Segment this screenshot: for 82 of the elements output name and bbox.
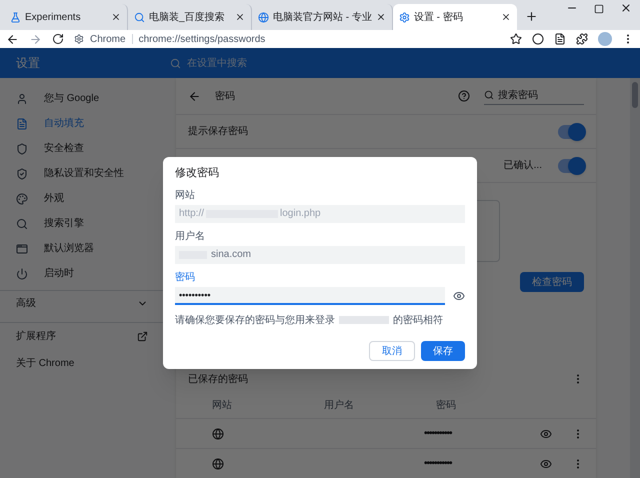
section-title: 已保存的密码	[188, 372, 248, 386]
reload-icon[interactable]	[52, 33, 64, 45]
close-icon[interactable]	[235, 12, 245, 22]
browser-tab[interactable]: 设置 - 密码	[392, 4, 517, 30]
field-value: login.php	[280, 207, 321, 221]
settings-icon	[398, 12, 410, 22]
field-label: 密码	[175, 270, 196, 284]
sidebar-item[interactable]: 启动时	[0, 261, 170, 286]
extension-circle-icon[interactable]	[532, 33, 544, 45]
setting-label: 提示保存密码	[188, 124, 248, 139]
external-link-icon	[137, 331, 148, 342]
note-text: 请确保您要保存的密码与您用来登录	[175, 314, 335, 328]
close-icon[interactable]	[111, 12, 121, 22]
tab-title: 设置 - 密码	[414, 10, 464, 24]
tab-title: 电脑装_百度搜索	[149, 10, 226, 24]
search-placeholder: 搜索密码	[498, 88, 538, 102]
search-icon	[16, 218, 28, 230]
field-value: sina.com	[211, 248, 252, 262]
search-field[interactable]: 在设置中搜索	[170, 52, 470, 74]
search-icon	[484, 90, 494, 100]
puzzle-icon[interactable]	[576, 33, 588, 45]
search-icon	[170, 58, 181, 68]
settings-title: 设置	[15, 55, 41, 72]
tab-title: 电脑装官方网站 - 专业	[273, 10, 372, 24]
close-icon[interactable]	[376, 12, 386, 22]
toggle-switch[interactable]	[558, 158, 584, 172]
address-url: chrome://settings/passwords	[138, 32, 266, 46]
setting-label: 已确认...	[504, 159, 542, 173]
check-passwords-button[interactable]: 检查密码	[520, 272, 584, 292]
sidebar-item[interactable]: 默认浏览器	[0, 236, 170, 261]
eye-icon[interactable]	[453, 290, 465, 302]
scrollbar[interactable]	[630, 78, 640, 478]
bookmark-star-icon[interactable]	[510, 33, 522, 45]
field-value: http://	[179, 207, 204, 221]
sidebar-item[interactable]: 安全检查	[0, 136, 170, 161]
shield-check-icon	[16, 168, 28, 180]
close-icon[interactable]	[500, 12, 511, 22]
settings-icon	[74, 34, 84, 44]
close-icon[interactable]	[620, 2, 632, 14]
tab-title: Experiments	[25, 10, 82, 24]
sidebar-item[interactable]: 搜索引擎	[0, 211, 170, 236]
address-bar[interactable]: Chrome chrome://settings/passwords	[74, 31, 500, 47]
page-title: 密码	[215, 90, 236, 104]
sidebar-item[interactable]: 您与 Google	[0, 86, 170, 111]
password-cell-text: •••••••••••	[424, 427, 454, 441]
sidebar-item[interactable]: 隐私设置和安全性	[0, 161, 170, 186]
globe-icon	[258, 12, 269, 22]
search-icon	[134, 12, 145, 22]
sidebar-item[interactable]: 自动填充	[0, 111, 170, 136]
power-icon	[16, 268, 28, 280]
cancel-button[interactable]: 取消	[369, 341, 415, 361]
save-button[interactable]: 保存	[421, 341, 465, 361]
eye-icon[interactable]	[540, 458, 552, 470]
address-origin: Chrome	[90, 32, 126, 46]
blurred-text	[339, 316, 389, 324]
password-cell-text: •••••••••••	[424, 457, 454, 471]
sidebar-item[interactable]: 外观	[0, 186, 170, 211]
help-icon[interactable]	[458, 90, 470, 102]
search-placeholder: 在设置中搜索	[187, 56, 247, 70]
palette-icon	[16, 192, 28, 204]
eye-icon[interactable]	[540, 428, 552, 440]
maximize-icon[interactable]	[594, 4, 604, 14]
new-tab-icon[interactable]	[524, 10, 538, 23]
column-header: 网站	[212, 398, 233, 412]
browser-window-icon	[16, 242, 28, 254]
dialog-title: 修改密码	[175, 166, 220, 181]
note-text: 的密码相符	[393, 314, 443, 328]
column-header: 用户名	[324, 398, 355, 412]
document-icon	[16, 118, 28, 130]
flask-icon	[10, 12, 21, 22]
toggle-switch[interactable]	[558, 124, 584, 138]
globe-icon	[212, 458, 224, 470]
shield-icon	[16, 142, 28, 154]
field-label: 用户名	[175, 230, 206, 244]
field-label: 网站	[175, 188, 196, 202]
back-icon[interactable]	[6, 32, 19, 46]
password-search-field[interactable]: 搜索密码	[484, 88, 584, 104]
password-field[interactable]: ••••••••••	[175, 286, 445, 304]
person-icon	[16, 92, 28, 104]
globe-icon	[212, 428, 224, 440]
column-header: 密码	[436, 398, 457, 412]
forward-icon[interactable]	[29, 32, 42, 46]
